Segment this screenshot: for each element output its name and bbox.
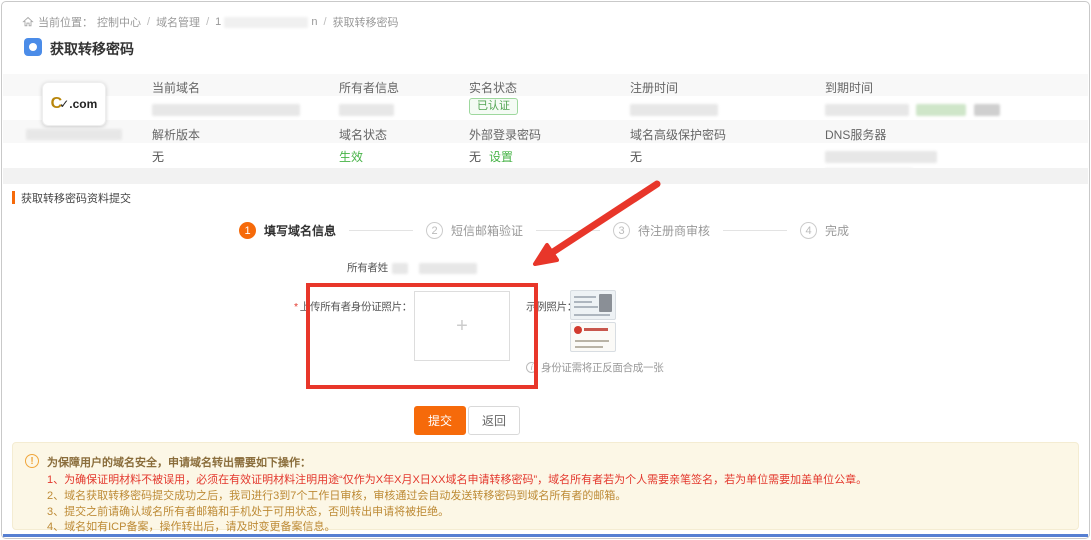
value-external-password: 无设置 [469,148,513,165]
step-complete: 4 完成 [800,222,849,239]
notice-line-4: 4、域名如有ICP备案，操作转出后，请及时变更备案信息。 [47,518,335,534]
label-external-password: 外部登录密码 [469,126,541,143]
redacted-owner-name [419,263,477,274]
label-protect-password: 域名高级保护密码 [630,126,726,143]
step-sms-email-verify: 2 短信邮箱验证 [426,222,523,239]
back-button[interactable]: 返回 [468,406,520,435]
domain-transfer-page: 当前位置： 控制中心 / 域名管理 / 1 n / 获取转移密码 获取转移密码 … [1,1,1090,539]
label-domain-status: 域名状态 [339,126,387,143]
label-current-domain: 当前域名 [152,79,200,96]
home-icon [22,16,34,28]
section-accent-bar [12,191,15,204]
notice-title: 为保障用户的域名安全，申请域名转出需要如下操作： [47,454,311,470]
breadcrumb-prefix: 当前位置： [38,14,93,30]
breadcrumb-current: 获取转移密码 [333,14,399,30]
redacted-domain-blur [224,17,308,28]
step-fill-domain-info: 1 填写域名信息 [239,222,336,239]
warning-icon: ! [25,454,39,468]
notice-line-3: 3、提交之前请确认域名所有者邮箱和手机处于可用状态，否则转出申请将被拒绝。 [47,503,449,519]
national-emblem-icon [574,326,582,334]
domain-logo: C✓.com [42,82,106,126]
bottom-blue-edge [3,534,1088,537]
label-dns-version: 解析版本 [152,126,200,143]
value-register-time [630,102,718,116]
section-separator [3,168,1088,184]
step-registrar-review: 3 待注册商审核 [613,222,710,239]
label-owner-info: 所有者信息 [339,79,399,96]
redacted-domain-under-logo [26,129,122,140]
value-domain-status: 生效 [339,148,363,165]
id-card-back-sample [570,322,616,352]
owner-name-label: 所有者姓 [347,262,388,274]
notice-line-1: 1、为确保证明材料不被误用，必须在有效证明材料注明用途“仅作为X年X月X日XX域… [47,471,867,487]
step-connector [349,230,413,231]
label-realname-status: 实名状态 [469,79,517,96]
redacted-owner-label [392,263,408,274]
breadcrumb-domain-redacted[interactable]: 1 n [215,16,317,28]
page-title-icon [24,38,42,56]
notice-line-2: 2、域名获取转移密码提交成功之后，我司进行3到7个工作日审核，审核通过会自动发送… [47,487,626,503]
value-expire-time [825,102,1000,116]
page-title: 获取转移密码 [50,39,134,59]
section-title: 获取转移密码资料提交 [21,190,131,206]
plus-icon: + [456,315,468,338]
step-connector [723,230,787,231]
breadcrumb: 当前位置： 控制中心 / 域名管理 / 1 n / 获取转移密码 [22,14,399,30]
upload-id-label: *上传所有者身份证照片： [294,299,410,314]
id-card-front-sample [570,290,616,320]
step-connector [536,230,600,231]
breadcrumb-item-control-center[interactable]: 控制中心 [97,14,141,30]
id-photo-block [599,294,612,312]
value-current-domain [152,102,300,116]
verified-badge: 已认证 [469,98,518,115]
required-asterisk: * [294,301,298,313]
value-dns-version: 无 [152,148,164,165]
label-register-time: 注册时间 [630,79,678,96]
label-dns-server: DNS服务器 [825,126,886,143]
value-realname-status: 已认证 [469,98,518,115]
set-password-link[interactable]: 设置 [489,150,513,164]
steps-indicator: 1 填写域名信息 2 短信邮箱验证 3 待注册商审核 4 完成 [239,222,849,239]
id-merge-note: i 身份证需将正反面合成一张 [526,360,663,375]
upload-id-dropzone[interactable]: + [414,291,510,361]
value-owner-info [339,102,394,116]
info-icon: i [526,362,537,373]
breadcrumb-item-domain-manage[interactable]: 域名管理 [156,14,200,30]
label-expire-time: 到期时间 [825,79,873,96]
owner-name-row: 所有者姓 [347,260,477,275]
notice-panel: ! 为保障用户的域名安全，申请域名转出需要如下操作： 1、为确保证明材料不被误用… [12,442,1079,530]
submit-button[interactable]: 提交 [414,406,466,435]
value-protect-password: 无 [630,148,642,165]
